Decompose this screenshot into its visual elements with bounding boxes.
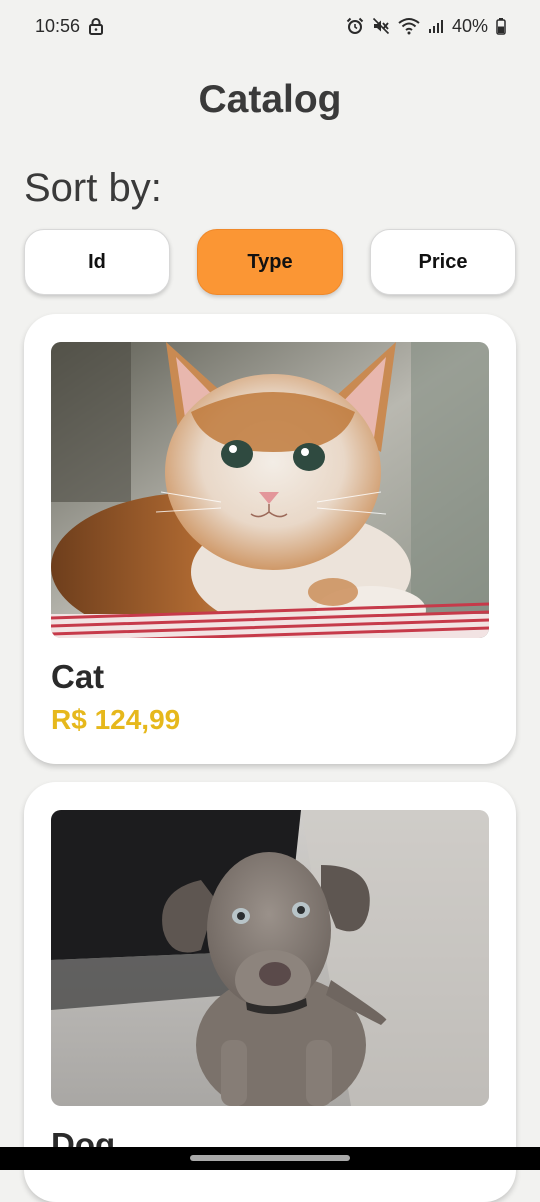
home-gesture-handle[interactable] [190,1155,350,1161]
battery-percent: 40% [451,15,488,36]
status-right: 40% [346,16,506,37]
sort-by-type-button[interactable]: Type [197,229,343,295]
page-title: Catalog [198,78,342,121]
kitten-photo [51,342,489,638]
status-left: 10:56 [35,16,104,37]
status-bar: 10:56 40% [0,0,540,52]
mute-icon [372,17,390,35]
product-name: Cat [51,658,105,695]
product-card-cat[interactable]: Cat R$ 124,99 [24,314,516,764]
status-time: 10:56 [35,15,81,36]
puppy-photo [51,810,489,1106]
navigation-bar [0,1147,540,1170]
product-price: R$ 124,99 [51,704,181,735]
signal-icon [428,18,444,34]
alarm-icon [346,17,364,35]
battery-icon [496,17,506,35]
sort-by-id-button[interactable]: Id [24,229,170,295]
wifi-icon [398,17,420,35]
lock-icon [88,17,104,35]
sort-label: Sort by: [24,166,162,210]
sort-by-price-button[interactable]: Price [370,229,516,295]
sort-options: Id Type Price [24,229,516,295]
product-card-dog[interactable]: Dog [24,782,516,1202]
